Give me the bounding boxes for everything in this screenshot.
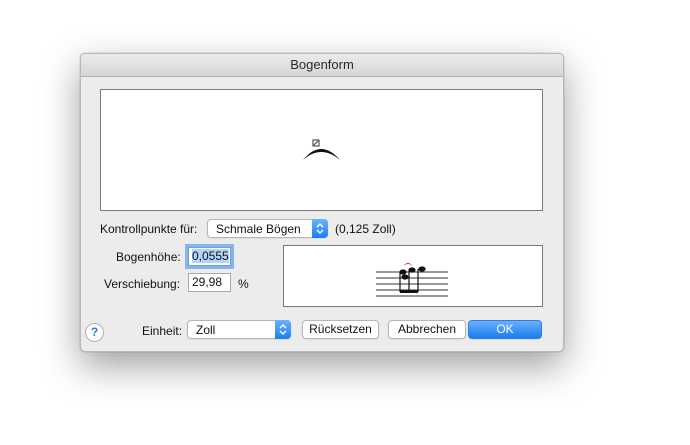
- dialog-title: Bogenform: [81, 54, 563, 77]
- ok-button[interactable]: OK: [468, 320, 542, 339]
- einheit-popup[interactable]: Zoll: [187, 320, 291, 339]
- einheit-value: Zoll: [196, 323, 216, 337]
- verschiebung-label: Verschiebung:: [104, 277, 181, 291]
- kontrollpunkte-popup[interactable]: Schmale Bögen: [207, 219, 328, 238]
- reset-button[interactable]: Rücksetzen: [302, 320, 379, 339]
- notes-preview: [283, 245, 543, 307]
- help-icon[interactable]: ?: [85, 323, 104, 342]
- bogenhoehe-field[interactable]: 0,0555: [188, 247, 231, 266]
- chevron-updown-icon: [312, 219, 328, 238]
- verschiebung-field[interactable]: 29,98: [188, 273, 231, 292]
- bogenhoehe-label: Bogenhöhe:: [116, 250, 181, 264]
- chevron-updown-icon: [275, 320, 291, 339]
- bogenhoehe-value: 0,0555: [192, 249, 229, 263]
- bogenform-dialog: Bogenform Kontrollpunkte für: Schmale Bö…: [80, 53, 564, 352]
- kontrollpunkte-size: (0,125 Zoll): [335, 222, 396, 236]
- slur-preview: [303, 139, 340, 160]
- cancel-button[interactable]: Abbrechen: [388, 320, 466, 339]
- kontrollpunkte-value: Schmale Bögen: [216, 222, 301, 236]
- kontrollpunkte-label: Kontrollpunkte für:: [100, 222, 198, 236]
- slur-shape-editor[interactable]: [100, 89, 543, 211]
- verschiebung-value: 29,98: [192, 275, 223, 289]
- verschiebung-unit: %: [238, 277, 249, 291]
- slur-mark: [403, 263, 413, 266]
- einheit-label: Einheit:: [142, 324, 183, 338]
